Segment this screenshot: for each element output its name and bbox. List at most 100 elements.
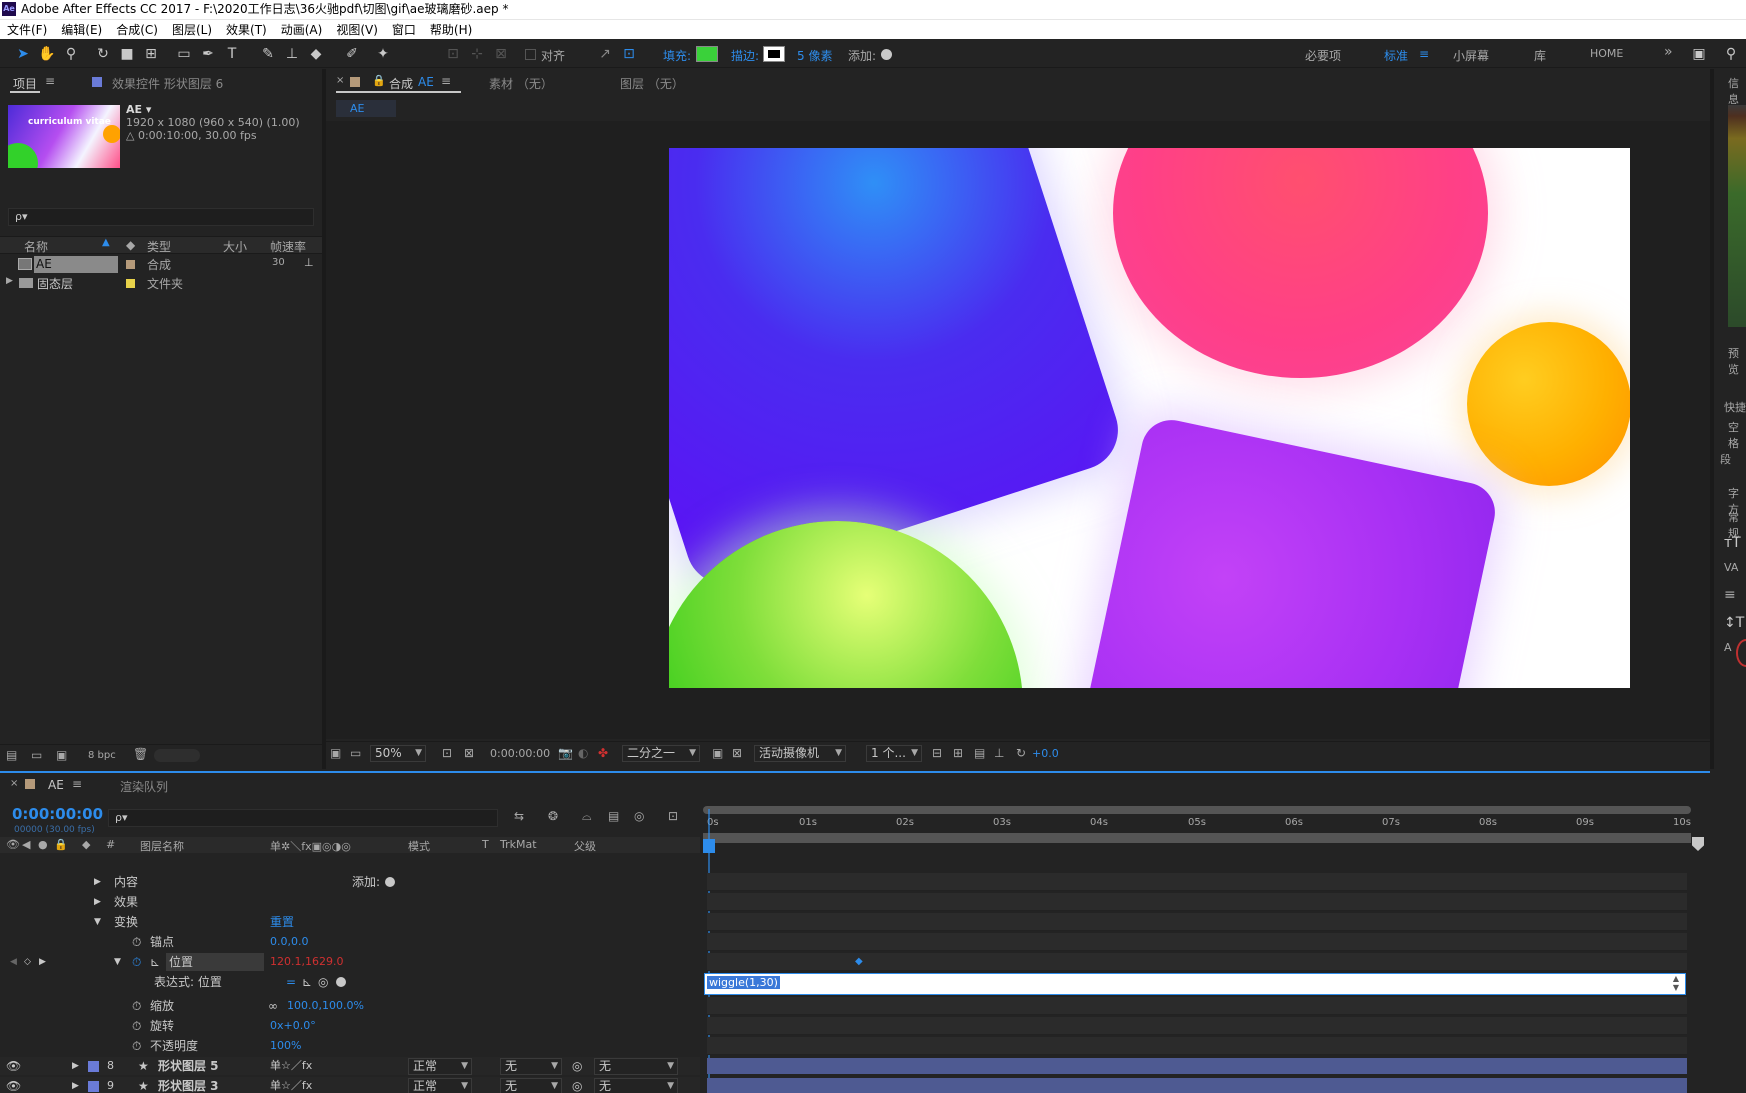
toggle-pixel-aspect-icon[interactable]: ⊟ [932,746,942,760]
close-tab-icon[interactable]: × [336,75,344,86]
parent-dropdown[interactable]: 无 ▼ [594,1058,678,1075]
layer-duration-bar[interactable] [707,1058,1687,1074]
visibility-eye-icon[interactable]: 👁 [6,1057,21,1075]
workspace-libraries[interactable]: 库 [1534,47,1546,64]
camera-dropdown[interactable]: 活动摄像机 ▼ [754,745,846,762]
current-timecode[interactable]: 0:00:00:00 [12,805,103,823]
rectangle-tool-icon[interactable]: ▭ [175,45,193,63]
composition-canvas[interactable] [669,148,1630,688]
column-fps[interactable]: 帧速率 [270,238,306,255]
label-tag-icon[interactable]: ◆ [82,838,90,851]
display-icon[interactable]: ▭ [350,746,361,760]
roto-brush-tool-icon[interactable]: ✐ [343,45,361,63]
axis-world-icon[interactable]: ⊹ [468,45,486,63]
label-color[interactable] [126,260,135,269]
trkmat-dropdown[interactable]: 无 ▼ [500,1078,562,1093]
expand-arrow-icon[interactable]: ▶ [72,1057,79,1075]
fast-preview-icon[interactable]: ⊞ [953,746,963,760]
layer-name-header[interactable]: 图层名称 [140,838,184,854]
audio-switch-icon[interactable]: ◀ [22,838,30,851]
pen-tool-icon[interactable]: ✒ [199,45,217,63]
menu-layer[interactable]: 图层(L) [165,20,219,39]
stroke-width[interactable]: 5 像素 [797,47,832,64]
zoom-dropdown[interactable]: 50% ▼ [370,745,426,762]
layer-name[interactable]: 形状图层 3 [158,1077,219,1093]
menu-composition[interactable]: 合成(C) [109,20,165,39]
snapshot-icon[interactable]: 📷 [558,746,573,760]
reset-link[interactable]: 重置 [270,913,294,931]
collapse-arrow-icon[interactable]: ▼ [94,913,101,931]
tab-project[interactable]: 项目 [13,75,37,92]
label-tag-icon[interactable]: ◆ [126,238,135,252]
viewer-timecode[interactable]: 0:00:00:00 [490,747,550,760]
layout-icon[interactable]: ▣ [1690,45,1708,63]
region-of-interest-icon[interactable]: ▣ [712,746,723,760]
draft-3d-icon[interactable]: ❂ [548,809,558,823]
flowchart-icon[interactable]: ⊥ [304,256,314,269]
rotate-tool-icon[interactable]: ↻ [94,45,112,63]
position-value[interactable]: 120.1,1629.0 [270,953,343,971]
tab-comp-label[interactable]: 合成 [389,75,413,92]
search-help-icon[interactable]: ⚲ [1722,45,1740,63]
delete-icon[interactable]: 🗑 [133,747,148,761]
views-dropdown[interactable]: 1 个... ▼ [866,745,922,762]
project-item-ae[interactable]: AE 合成 30 ⊥ [0,255,322,274]
tab-effects-controls[interactable]: 效果控件 形状图层 6 [112,75,223,92]
stopwatch-icon[interactable]: ⏱ [132,953,141,971]
panel-menu-icon[interactable]: ≡ [45,74,55,88]
timeline-search-input[interactable]: ρ▾ [108,809,498,827]
mode-dropdown[interactable]: 正常 ▼ [408,1058,472,1075]
layer-duration-bar[interactable] [707,1078,1687,1093]
sort-ascending-icon[interactable]: ▲ [102,237,110,248]
scale-value[interactable]: 100.0,100.0% [287,997,364,1015]
always-preview-icon[interactable]: ▣ [330,746,341,760]
pan-behind-tool-icon[interactable]: ⊞ [142,45,160,63]
layer-switches[interactable]: 单☆／fx [270,1077,312,1093]
resolution-dropdown[interactable]: 二分之一 ▼ [622,745,700,762]
comp-name[interactable]: AE ▾ [126,103,151,116]
anchor-value[interactable]: 0.0,0.0 [270,933,308,951]
stopwatch-icon[interactable]: ⏱ [132,1037,141,1055]
add-label[interactable]: 添加: [848,47,876,64]
camera-tool-icon[interactable]: ■ [118,45,136,63]
workspace-home[interactable]: HOME [1590,47,1623,60]
stopwatch-icon[interactable]: ⏱ [132,1017,141,1035]
reset-exposure-icon[interactable]: ↻ [1016,746,1026,760]
selection-tool-icon[interactable]: ➤ [14,45,32,63]
exposure-value[interactable]: +0.0 [1032,747,1059,760]
fill-label[interactable]: 填充: [663,47,691,64]
lock-icon[interactable]: 🔒 [372,74,386,87]
brush-tool-icon[interactable]: ✎ [259,45,277,63]
label-color[interactable] [126,279,135,288]
hand-tool-icon[interactable]: ✋ [38,45,56,63]
expression-scroll-icon[interactable]: ▲ ▼ [1673,974,1679,992]
tab-comp-name[interactable]: AE [418,75,434,89]
color-circle[interactable] [1736,639,1746,667]
snap-icon[interactable]: ↗ [596,45,614,63]
expand-arrow-icon[interactable]: ▶ [72,1077,79,1093]
expression-pickwhip-icon[interactable]: ◎ [318,973,328,991]
parent-header[interactable]: 父级 [574,838,596,854]
constrain-link-icon[interactable]: ∞ [268,997,278,1015]
info-tab[interactable]: 信息 [1728,75,1746,107]
preview-tab[interactable]: 预览 [1728,345,1746,377]
parent-dropdown[interactable]: 无 ▼ [594,1078,678,1093]
column-size[interactable]: 大小 [223,238,247,255]
workspace-menu-icon[interactable]: ≡ [1419,47,1429,61]
snap-options-icon[interactable]: ⊡ [620,45,638,63]
breadcrumb[interactable]: AE [336,100,396,117]
opacity-value[interactable]: 100% [270,1037,301,1055]
workspace-standard[interactable]: 标准 [1384,47,1408,64]
next-keyframe-icon[interactable]: ▶ [39,953,46,971]
channel-icon[interactable]: ✤ [598,746,608,760]
bpc-label[interactable]: 8 bpc [88,750,116,761]
more-workspaces-icon[interactable]: » [1664,44,1673,60]
frame-blending-icon[interactable]: ▤ [608,809,619,823]
stopwatch-icon[interactable]: ⏱ [132,997,141,1015]
panel-menu-icon[interactable]: ≡ [441,74,451,88]
parent-pickwhip-icon[interactable]: ◎ [572,1077,582,1093]
add-play-icon[interactable] [881,49,892,60]
mode-dropdown[interactable]: 正常 ▼ [408,1078,472,1093]
axis-view-icon[interactable]: ⊠ [492,45,510,63]
mode-header[interactable]: 模式 [408,838,430,854]
